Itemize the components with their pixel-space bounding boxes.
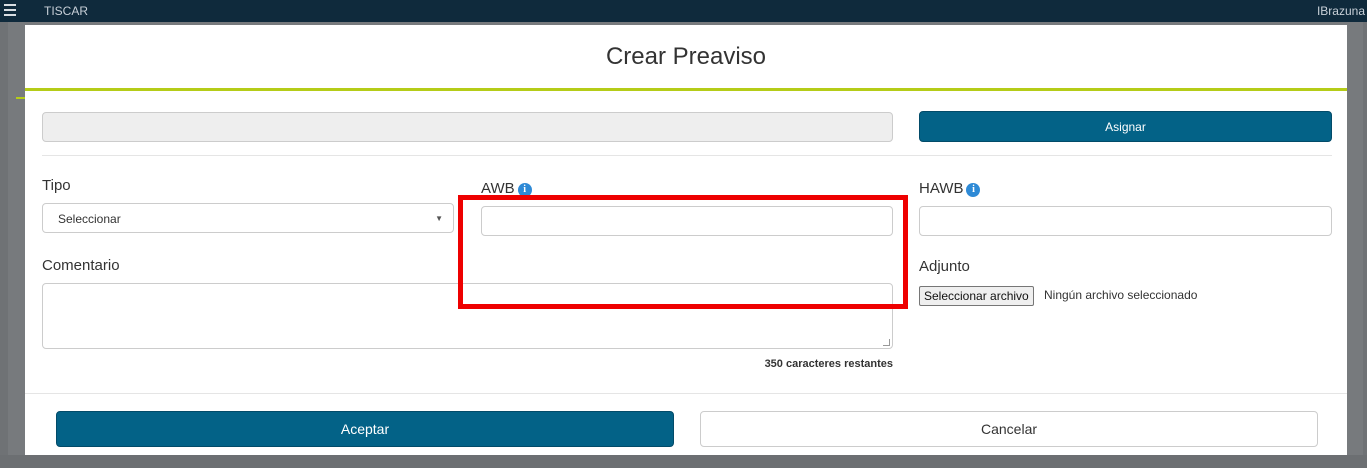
comentario-textarea[interactable]: [42, 283, 893, 349]
awb-input[interactable]: [481, 206, 893, 236]
tipo-selected-value: Seleccionar: [58, 212, 121, 226]
cancel-button[interactable]: Cancelar: [700, 411, 1318, 447]
awb-label-group: AWB i: [481, 180, 532, 197]
tipo-select[interactable]: Seleccionar ▼: [42, 203, 454, 233]
section-divider: [42, 155, 1332, 156]
tipo-label: Tipo: [42, 177, 71, 194]
user-name[interactable]: IBrazuna: [1317, 4, 1365, 18]
adjunto-label: Adjunto: [919, 258, 970, 275]
hawb-input[interactable]: [919, 206, 1332, 236]
chars-remaining: 350 caracteres restantes: [764, 358, 893, 370]
accept-button[interactable]: Aceptar: [56, 411, 674, 447]
hawb-label-group: HAWB i: [919, 180, 981, 197]
assign-field[interactable]: [42, 112, 893, 142]
app-title: TISCAR: [44, 4, 89, 18]
info-icon[interactable]: i: [517, 183, 532, 197]
awb-label: AWB: [481, 180, 515, 197]
modal-header: Crear Preaviso: [25, 25, 1347, 91]
hawb-label: HAWB: [919, 180, 964, 197]
hamburger-menu-icon[interactable]: [4, 4, 16, 16]
header-accent-line: [16, 97, 25, 99]
modal-title: Crear Preaviso: [605, 43, 767, 70]
footer-divider: [25, 393, 1347, 394]
resize-handle-icon[interactable]: [883, 339, 890, 346]
info-icon[interactable]: i: [966, 183, 981, 197]
app-topbar: TISCAR IBrazuna: [0, 0, 1367, 22]
comentario-label: Comentario: [42, 257, 120, 274]
background-table-strip: [0, 455, 1367, 468]
create-preaviso-modal: Crear Preaviso Asignar Tipo Seleccionar …: [16, 25, 1347, 455]
assign-button[interactable]: Asignar: [919, 111, 1332, 142]
select-file-button[interactable]: Seleccionar archivo: [919, 286, 1034, 306]
file-status: Ningún archivo seleccionado: [1044, 288, 1198, 302]
chevron-down-icon: ▼: [435, 214, 443, 223]
